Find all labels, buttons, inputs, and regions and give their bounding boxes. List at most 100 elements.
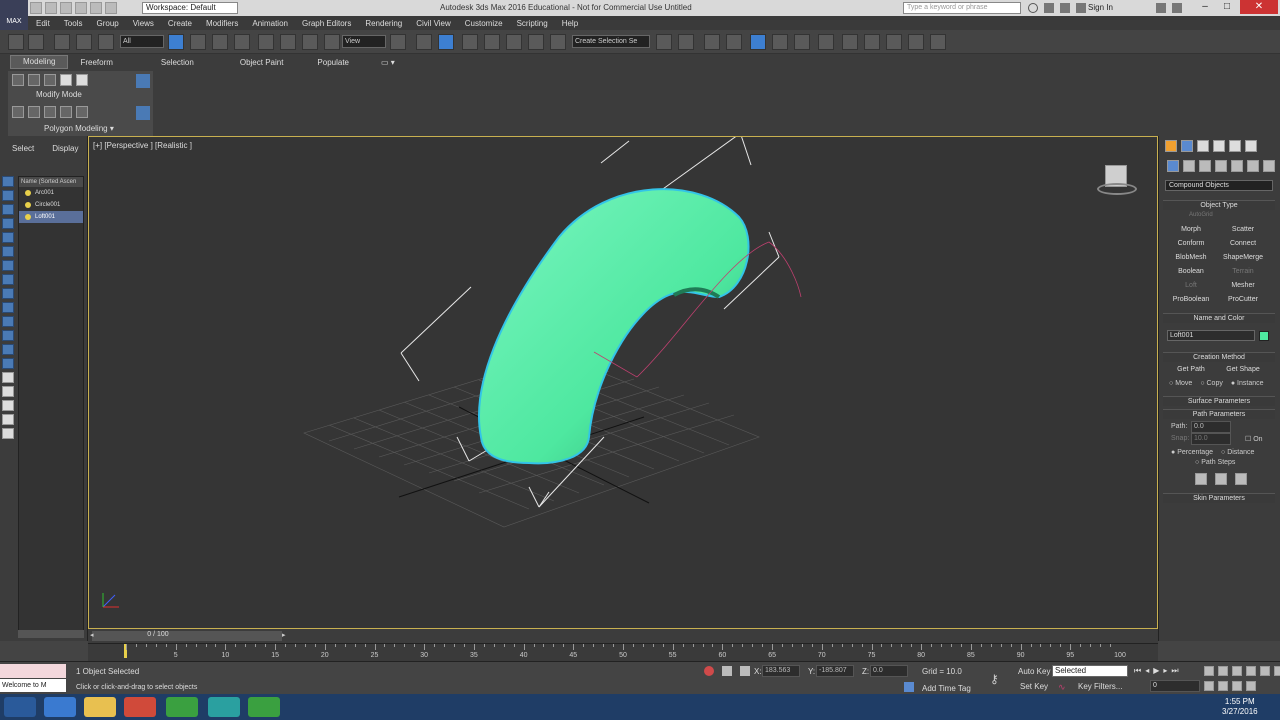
connect-button[interactable]: Connect — [1219, 238, 1267, 250]
path-steps-radio[interactable]: ○ Path Steps — [1195, 459, 1235, 466]
field-of-view-icon[interactable] — [1260, 666, 1270, 676]
menu-edit[interactable]: Edit — [36, 19, 50, 28]
polygon-modeling-panel-label[interactable]: Polygon Modeling ▾ — [44, 124, 114, 133]
tab-populate[interactable]: Populate — [305, 58, 361, 67]
space-warps-icon[interactable] — [1247, 160, 1259, 172]
render-production-icon[interactable] — [886, 34, 902, 50]
geometry-icon[interactable] — [1167, 160, 1179, 172]
blobmesh-button[interactable]: BlobMesh — [1167, 252, 1215, 264]
maxscript-mini-listener[interactable]: Welcome to M — [0, 679, 66, 692]
undo-icon[interactable] — [8, 34, 24, 50]
border-icon[interactable] — [44, 74, 56, 86]
rendered-frame-window-icon[interactable] — [864, 34, 880, 50]
menu-modifiers[interactable]: Modifiers — [206, 19, 238, 28]
undo-icon[interactable] — [75, 2, 87, 14]
reference-coordinate-dropdown[interactable]: View — [342, 35, 386, 48]
maximize-button[interactable]: □ — [1216, 0, 1238, 14]
cameras-icon[interactable] — [1215, 160, 1227, 172]
layer-explorer-icon[interactable] — [726, 34, 742, 50]
absolute-mode-icon[interactable] — [740, 666, 750, 676]
walk-through-icon[interactable] — [1218, 681, 1228, 691]
link-icon[interactable] — [54, 34, 70, 50]
loft-button[interactable]: Loft — [1167, 280, 1215, 292]
previous-shape-icon[interactable] — [1215, 473, 1227, 485]
copy-radio[interactable]: ○ Copy — [1200, 380, 1223, 387]
edit-named-selection-icon[interactable] — [550, 34, 566, 50]
selection-lock-icon[interactable] — [722, 666, 732, 676]
minimize-button[interactable]: – — [1194, 0, 1216, 14]
selection-filter-dropdown[interactable]: All — [120, 35, 164, 48]
path-value-spinner[interactable]: 0.0 — [1191, 421, 1231, 433]
instance-radio[interactable]: ● Instance — [1231, 380, 1264, 387]
pivot-center-icon[interactable] — [390, 34, 406, 50]
swift-loop-icon[interactable] — [76, 106, 88, 118]
menu-animation[interactable]: Animation — [252, 19, 288, 28]
filter-geometry-icon[interactable] — [2, 176, 14, 187]
list-item[interactable]: Loft001 — [19, 211, 83, 223]
boolean-button[interactable]: Boolean — [1167, 266, 1215, 278]
tab-freeform[interactable]: Freeform — [68, 58, 124, 67]
camtasia-icon[interactable] — [166, 697, 198, 717]
maximize-viewport-icon[interactable] — [1246, 681, 1256, 691]
element-icon[interactable] — [76, 74, 88, 86]
object-type-rollout[interactable]: Object Type — [1163, 200, 1275, 210]
list-item[interactable]: Arc001 — [19, 187, 83, 199]
ribbon-options-icon[interactable]: ▭ ▾ — [369, 58, 407, 67]
workspace-dropdown[interactable]: Workspace: Default — [142, 2, 238, 14]
ribbon-side-icon-1[interactable] — [136, 74, 150, 88]
auto-key-button[interactable]: Auto Key — [1018, 667, 1050, 676]
frame-indicator[interactable]: 0 / 100 — [128, 631, 188, 638]
invert-display-icon[interactable] — [2, 372, 14, 383]
lock-cell-editing-icon[interactable] — [2, 386, 14, 397]
menu-scripting[interactable]: Scripting — [517, 19, 548, 28]
camtasia-recorder-icon[interactable] — [248, 697, 280, 717]
surface-parameters-rollout[interactable]: Surface Parameters — [1163, 396, 1275, 406]
exchange-apps-icon[interactable] — [1156, 3, 1166, 13]
orbit-icon[interactable] — [1204, 681, 1214, 691]
close-button[interactable]: ✕ — [1240, 0, 1278, 14]
selection-set-dropdown[interactable]: Selected — [1052, 665, 1128, 677]
file-explorer-icon[interactable] — [84, 697, 116, 717]
autogrid-checkbox[interactable]: AutoGrid — [1189, 212, 1213, 218]
menu-help[interactable]: Help — [562, 19, 578, 28]
perspective-viewport[interactable]: [+] [Perspective ] [Realistic ] — [88, 136, 1158, 629]
filter-bones-icon[interactable] — [2, 288, 14, 299]
tab-selection[interactable]: Selection — [149, 58, 206, 67]
explorer-column-header[interactable]: Name (Sorted Ascen — [19, 177, 83, 187]
display-menu[interactable]: Display — [52, 144, 78, 153]
scatter-button[interactable]: Scatter — [1219, 224, 1267, 236]
filter-frozen-icon[interactable] — [2, 316, 14, 327]
menu-group[interactable]: Group — [96, 19, 118, 28]
percent-snap-icon[interactable] — [506, 34, 522, 50]
filter-space-warps-icon[interactable] — [2, 246, 14, 257]
viewport-label[interactable]: [+] [Perspective ] [Realistic ] — [93, 141, 192, 150]
a360-render-icon[interactable] — [930, 34, 946, 50]
repeat-last-icon[interactable] — [28, 106, 40, 118]
rotate-icon[interactable] — [280, 34, 296, 50]
manipulate-icon[interactable] — [416, 34, 432, 50]
x-coordinate-field[interactable]: 183.563 — [762, 665, 800, 677]
helpers-icon[interactable] — [1231, 160, 1243, 172]
filter-shapes-icon[interactable] — [2, 190, 14, 201]
add-time-tag-button[interactable]: Add Time Tag — [922, 684, 971, 693]
keyboard-shortcut-override-icon[interactable] — [438, 34, 454, 50]
orbit-subobject-icon[interactable] — [1232, 681, 1242, 691]
motion-tab-icon[interactable] — [1213, 140, 1225, 152]
3dsmax-taskbar-icon[interactable] — [208, 697, 240, 717]
filter-cameras-icon[interactable] — [2, 218, 14, 229]
conform-button[interactable]: Conform — [1167, 238, 1215, 250]
terrain-button[interactable]: Terrain — [1219, 266, 1267, 278]
menu-graph-editors[interactable]: Graph Editors — [302, 19, 351, 28]
chrome-icon[interactable] — [124, 697, 156, 717]
pick-shape-icon[interactable] — [1195, 473, 1207, 485]
key-mode-icon[interactable]: ∿ — [1058, 682, 1066, 693]
percentage-radio[interactable]: ● Percentage — [1171, 449, 1213, 456]
subscription-icon[interactable] — [1044, 3, 1054, 13]
filter-xrefs-icon[interactable] — [2, 274, 14, 285]
track-bar[interactable]: 5 10 15 20 25 30 35 40 45 50 55 60 65 70 75 80 85 90 95 100 — [88, 643, 1158, 661]
isolate-selection-icon[interactable] — [704, 666, 714, 676]
filter-hidden-icon[interactable] — [2, 330, 14, 341]
create-tab-icon[interactable] — [1165, 140, 1177, 152]
snap-on-checkbox[interactable]: ☐ On — [1245, 435, 1263, 443]
next-frame-icon[interactable]: ▸ — [1163, 666, 1167, 676]
